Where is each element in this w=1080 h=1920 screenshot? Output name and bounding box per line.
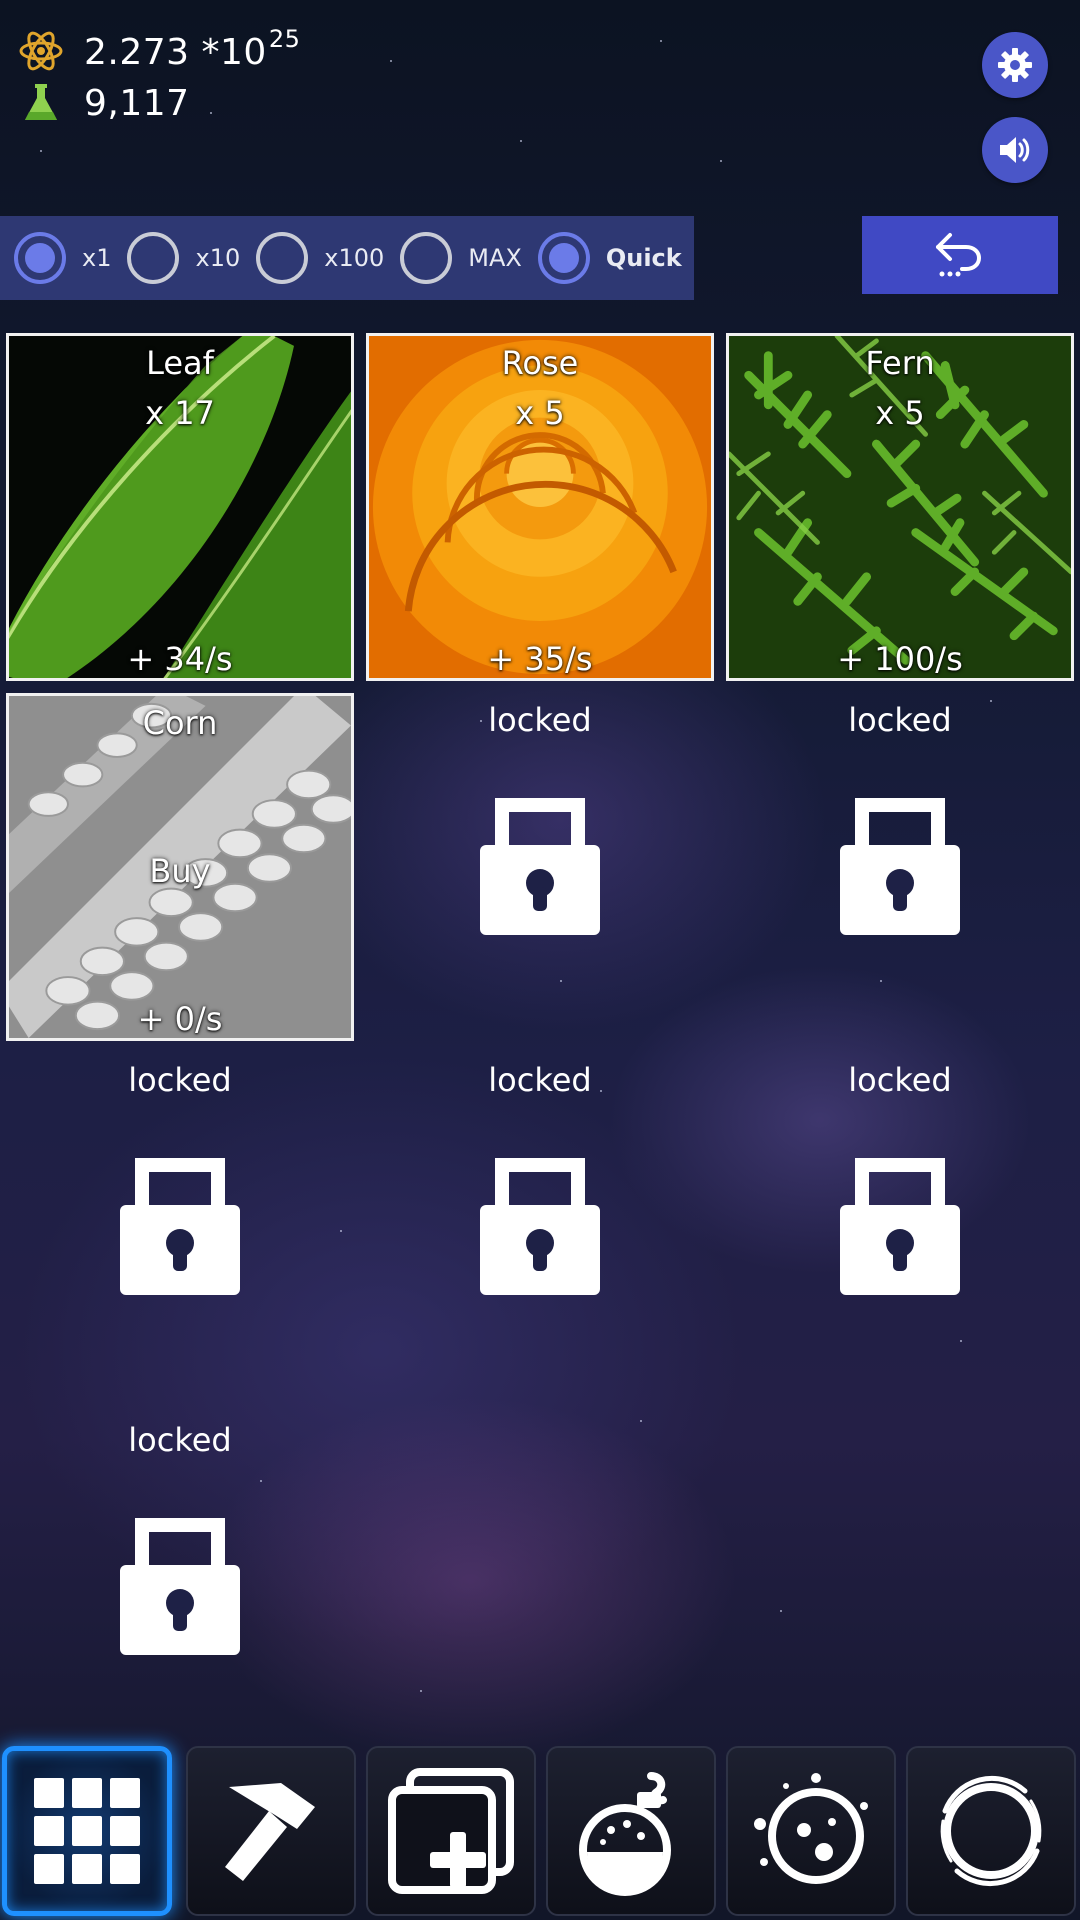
sound-button[interactable] [982,117,1048,183]
radio-unselected[interactable] [127,232,180,284]
locked-label: locked [848,1061,952,1099]
plant-name: Leaf [146,344,214,382]
option-label: x10 [195,244,241,272]
nav-potions[interactable] [546,1746,716,1916]
plant-card-corn[interactable]: Corn Buy + 0/s [6,693,354,1041]
padlock-icon [120,1158,240,1295]
buy-label[interactable]: Buy [9,852,351,890]
radio-selected[interactable] [14,232,66,284]
plant-name: Rose [501,344,579,382]
black-hole-icon [940,1775,1042,1887]
plant-card-fern[interactable]: Fern x 5 + 100/s [726,333,1074,681]
radio-selected[interactable] [537,232,590,284]
locked-slot: locked [6,1053,354,1401]
gear-icon [998,48,1032,82]
nav-plants-grid[interactable] [2,1746,172,1916]
plant-name: Corn [142,704,218,742]
undo-arrow-icon [936,233,982,277]
plant-name: Fern [865,344,935,382]
flask-stat: 9,117 [18,80,190,126]
locked-label: locked [488,1061,592,1099]
plant-count: x 5 [515,394,565,432]
plant-count: x 5 [875,394,925,432]
locked-slot: locked [726,693,1074,1041]
locked-label: locked [128,1061,232,1099]
atoms-exponent: 25 [268,25,301,53]
multiplier-option-max[interactable]: MAX [400,232,522,284]
radio-unselected[interactable] [400,232,453,284]
quick-option[interactable]: Quick [537,232,682,284]
grid-icon [34,1778,140,1884]
back-button[interactable] [862,216,1058,294]
locked-slot: locked [6,1413,354,1761]
plant-rate: + 0/s [137,1000,223,1038]
padlock-icon [480,798,600,935]
speaker-icon [1000,137,1030,163]
padlock-icon [840,1158,960,1295]
locked-label: locked [848,701,952,739]
hammer-icon [225,1783,315,1881]
locked-slot: locked [366,1053,714,1401]
padlock-icon [120,1518,240,1655]
nav-new-card[interactable] [366,1746,536,1916]
flask-icon [25,84,57,120]
locked-slot: locked [366,693,714,1041]
leaf-image [9,336,351,678]
potion-flask-icon [579,1772,671,1896]
plant-rate: + 35/s [487,640,593,678]
locked-label: locked [128,1421,232,1459]
multiplier-option-x1[interactable]: x1 [14,232,111,284]
nav-black-hole[interactable] [906,1746,1076,1916]
option-label: Quick [605,244,682,272]
option-label: x1 [82,244,112,272]
multiplier-selector: x1 x10 x100 MAX Quick [0,216,694,300]
locked-slot: locked [726,1053,1074,1401]
nav-crafting[interactable] [186,1746,356,1916]
atoms-value: 2.273 *1025 [84,25,301,73]
fern-image [729,336,1071,678]
multiplier-option-x100[interactable]: x100 [256,232,384,284]
atoms-stat: 2.273 *1025 [18,25,301,74]
locked-label: locked [488,701,592,739]
plant-rate: + 34/s [127,640,233,678]
radio-unselected[interactable] [256,232,309,284]
add-card-icon [388,1768,514,1894]
option-label: MAX [468,244,522,272]
padlock-icon [480,1158,600,1295]
plant-rate: + 100/s [837,640,963,678]
nav-universe[interactable] [726,1746,896,1916]
option-label: x100 [324,244,385,272]
planet-dots-icon [754,1773,868,1884]
multiplier-option-x10[interactable]: x10 [127,232,240,284]
flask-value: 9,117 [84,82,190,124]
settings-button[interactable] [982,32,1048,98]
plant-card-rose[interactable]: Rose x 5 + 35/s [366,333,714,681]
padlock-icon [840,798,960,935]
bottom-navigation [0,1740,1080,1920]
rose-image [369,336,711,678]
atom-icon [19,31,63,71]
plant-count: x 17 [145,394,215,432]
plant-card-leaf[interactable]: Leaf x 17 + 34/s [6,333,354,681]
